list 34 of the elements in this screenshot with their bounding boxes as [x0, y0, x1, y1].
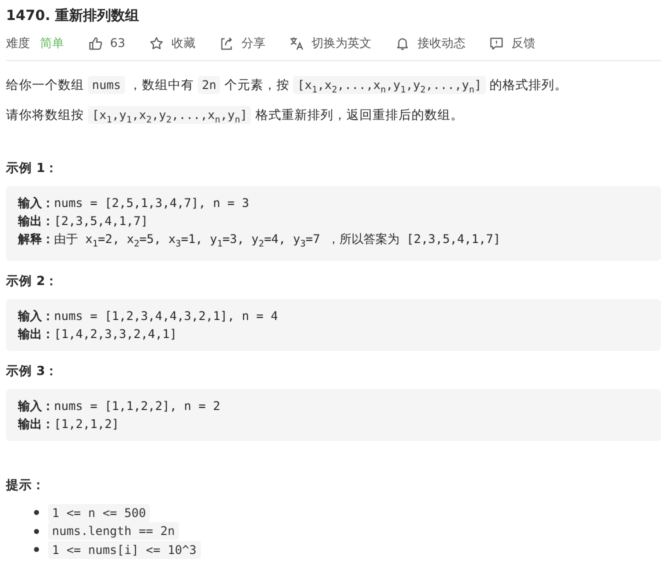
- difficulty-label: 难度: [6, 34, 30, 52]
- bullet-icon: [34, 547, 39, 552]
- like-count[interactable]: 63: [110, 36, 126, 50]
- example-line: 输入：nums = [1,2,3,4,4,3,2,1], n = 4: [18, 309, 278, 324]
- example-line: 输出：[1,2,1,2]: [18, 417, 120, 432]
- thumbs-up-icon[interactable]: [88, 36, 103, 50]
- constraint-code: 1 <= nums[i] <= 10^3: [48, 540, 200, 559]
- translate-icon[interactable]: [289, 36, 304, 50]
- example-line: 输出：[2,3,5,4,1,7]: [18, 214, 148, 228]
- action-link[interactable]: 接收动态: [417, 34, 466, 52]
- example-line: 输出：[1,4,2,3,3,2,4,1]: [18, 327, 177, 342]
- constraint-code: 1 <= n <= 500: [48, 504, 150, 522]
- action-link[interactable]: 反馈: [511, 34, 536, 52]
- star-icon[interactable]: [149, 36, 164, 50]
- description-paragraph: 给你一个数组 nums ，数组中有 2n 个元素，按 [x$_{1}$,x$_{2}$,...,x$_{n}$,y$_{1}$,y$_{2}$,...,y$_{n}$] 的格式排列。: [6, 75, 569, 96]
- action-link[interactable]: 分享: [241, 34, 266, 52]
- bell-icon[interactable]: [395, 36, 410, 50]
- description-paragraph: 请你将数组按 [x$_{1}$,y$_{1}$,x$_{2}$,y$_{2}$,...,x$_{n}$,y$_{n}$] 格式重新排列，返回重排后的数组。: [6, 105, 464, 126]
- example-heading: 示例 3：: [6, 362, 60, 380]
- example-heading: 示例 2：: [6, 272, 60, 290]
- bullet-icon: [34, 510, 39, 516]
- example-heading: 示例 1：: [6, 159, 60, 177]
- action-link[interactable]: 收藏: [171, 34, 196, 52]
- difficulty-tag: 简单: [40, 34, 64, 52]
- comment-icon[interactable]: [489, 36, 504, 50]
- problem-title: 1470. 重新排列数组: [6, 6, 140, 26]
- example-line: 输入：nums = [1,1,2,2], n = 2: [18, 399, 220, 414]
- share-icon[interactable]: [219, 36, 234, 50]
- hints-heading: 提示：: [6, 476, 46, 494]
- action-link[interactable]: 切换为英文: [311, 34, 372, 52]
- constraint-code: nums.length == 2n: [48, 522, 179, 540]
- example-line: 输入：nums = [2,5,1,3,4,7], n = 3: [18, 196, 250, 210]
- example-line: 解释：由于 x$_{1}$=2, x$_{2}$=5, x$_{3}$=1, y$_{1}$=3, y$_{2}$=4, y$_{3}$=7 ，所以答案为 [2,3,5,4,1,7]: [18, 232, 500, 246]
- bullet-icon: [34, 528, 39, 534]
